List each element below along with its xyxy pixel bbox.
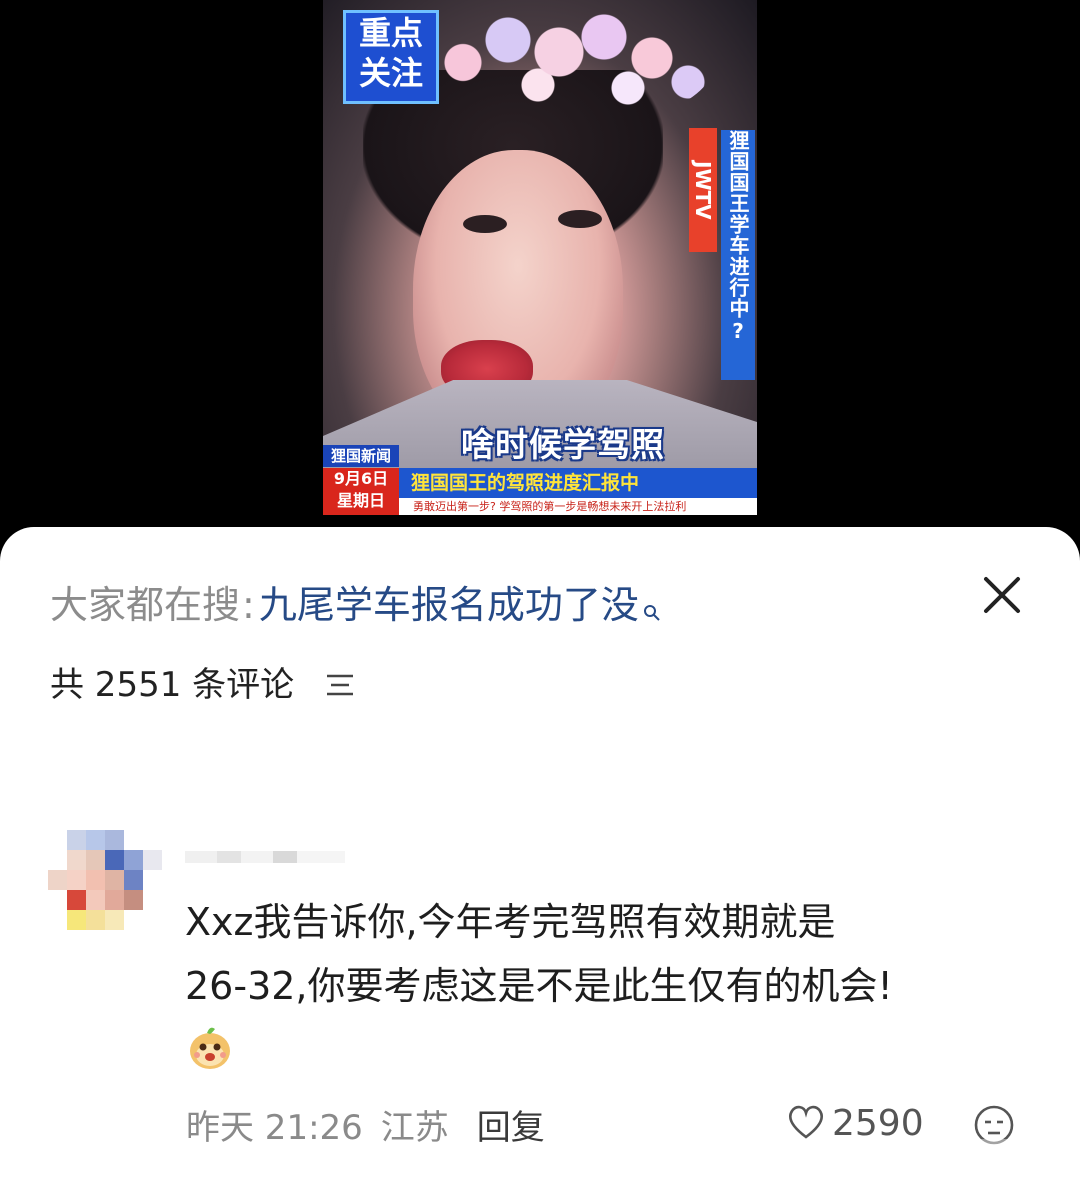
trending-search-query[interactable]: 九尾学车报名成功了没	[259, 583, 639, 627]
like-count: 2590	[832, 1103, 924, 1144]
comment-location: 江苏	[380, 1108, 449, 1148]
like-button[interactable]: 2590	[786, 1103, 924, 1144]
close-icon[interactable]	[980, 573, 1024, 617]
trending-search-prefix: 大家都在搜	[50, 583, 241, 627]
badge-line-1: 重点	[358, 14, 423, 52]
comment-sheet: 大家都在搜: 九尾学车报名成功了没 共 2551 条评论 Xxz我告诉你,今年考完…	[0, 527, 1080, 1180]
video-caption: 啥时候学驾照	[461, 425, 665, 464]
comment-count: 共 2551 条评论	[50, 665, 295, 705]
comment-meta: 昨天 21:26 江苏 回复	[186, 1100, 563, 1149]
trending-search-separator: :	[242, 583, 255, 627]
comment-count-row: 共 2551 条评论	[50, 663, 355, 709]
comment-line-2: 26-32,你要考虑这是不是此生仅有的机会!	[185, 964, 893, 1008]
news-headline: 狸国国王的驾照进度汇报中	[399, 468, 757, 498]
bottom-fade	[780, 1139, 1080, 1180]
date-box: 9月6日 星期日	[323, 468, 399, 515]
focus-badge: 重点 关注	[343, 10, 439, 104]
comment-time: 昨天 21:26	[186, 1108, 363, 1148]
weekday-line: 星期日	[336, 491, 385, 510]
comment-item: Xxz我告诉你,今年考完驾照有效期就是 26-32,你要考虑这是不是此生仅有的机…	[0, 827, 1080, 1180]
heart-icon	[786, 1104, 826, 1144]
right-eye	[558, 210, 602, 228]
badge-line-2: 关注	[358, 54, 423, 92]
date-line: 9月6日	[333, 469, 389, 488]
comment-line-1: Xxz我告诉你,今年考完驾照有效期就是	[185, 900, 836, 944]
vertical-title: 狸国国王学车进行中?	[721, 130, 755, 380]
comment-body[interactable]: Xxz我告诉你,今年考完驾照有效期就是 26-32,你要考虑这是不是此生仅有的机…	[185, 890, 1005, 1018]
search-icon	[643, 585, 661, 633]
news-ticker: 勇敢迈出第一步? 学驾照的第一步是畅想未来开上法拉利	[399, 498, 757, 515]
video-thumbnail[interactable]: 重点 关注 JWTV 狸国国王学车进行中? 啥时候学驾照 狸国新闻 9月6日 星…	[323, 0, 757, 515]
username-redacted[interactable]	[185, 851, 345, 863]
channel-label: JWTV	[689, 128, 717, 252]
news-tag: 狸国新闻	[323, 445, 399, 467]
reply-button[interactable]: 回复	[477, 1108, 545, 1148]
sticker-emoji	[187, 1023, 233, 1071]
avatar[interactable]	[48, 830, 163, 930]
left-eye	[463, 215, 507, 233]
sort-icon[interactable]	[325, 665, 355, 709]
trending-search[interactable]: 大家都在搜: 九尾学车报名成功了没	[50, 581, 661, 633]
